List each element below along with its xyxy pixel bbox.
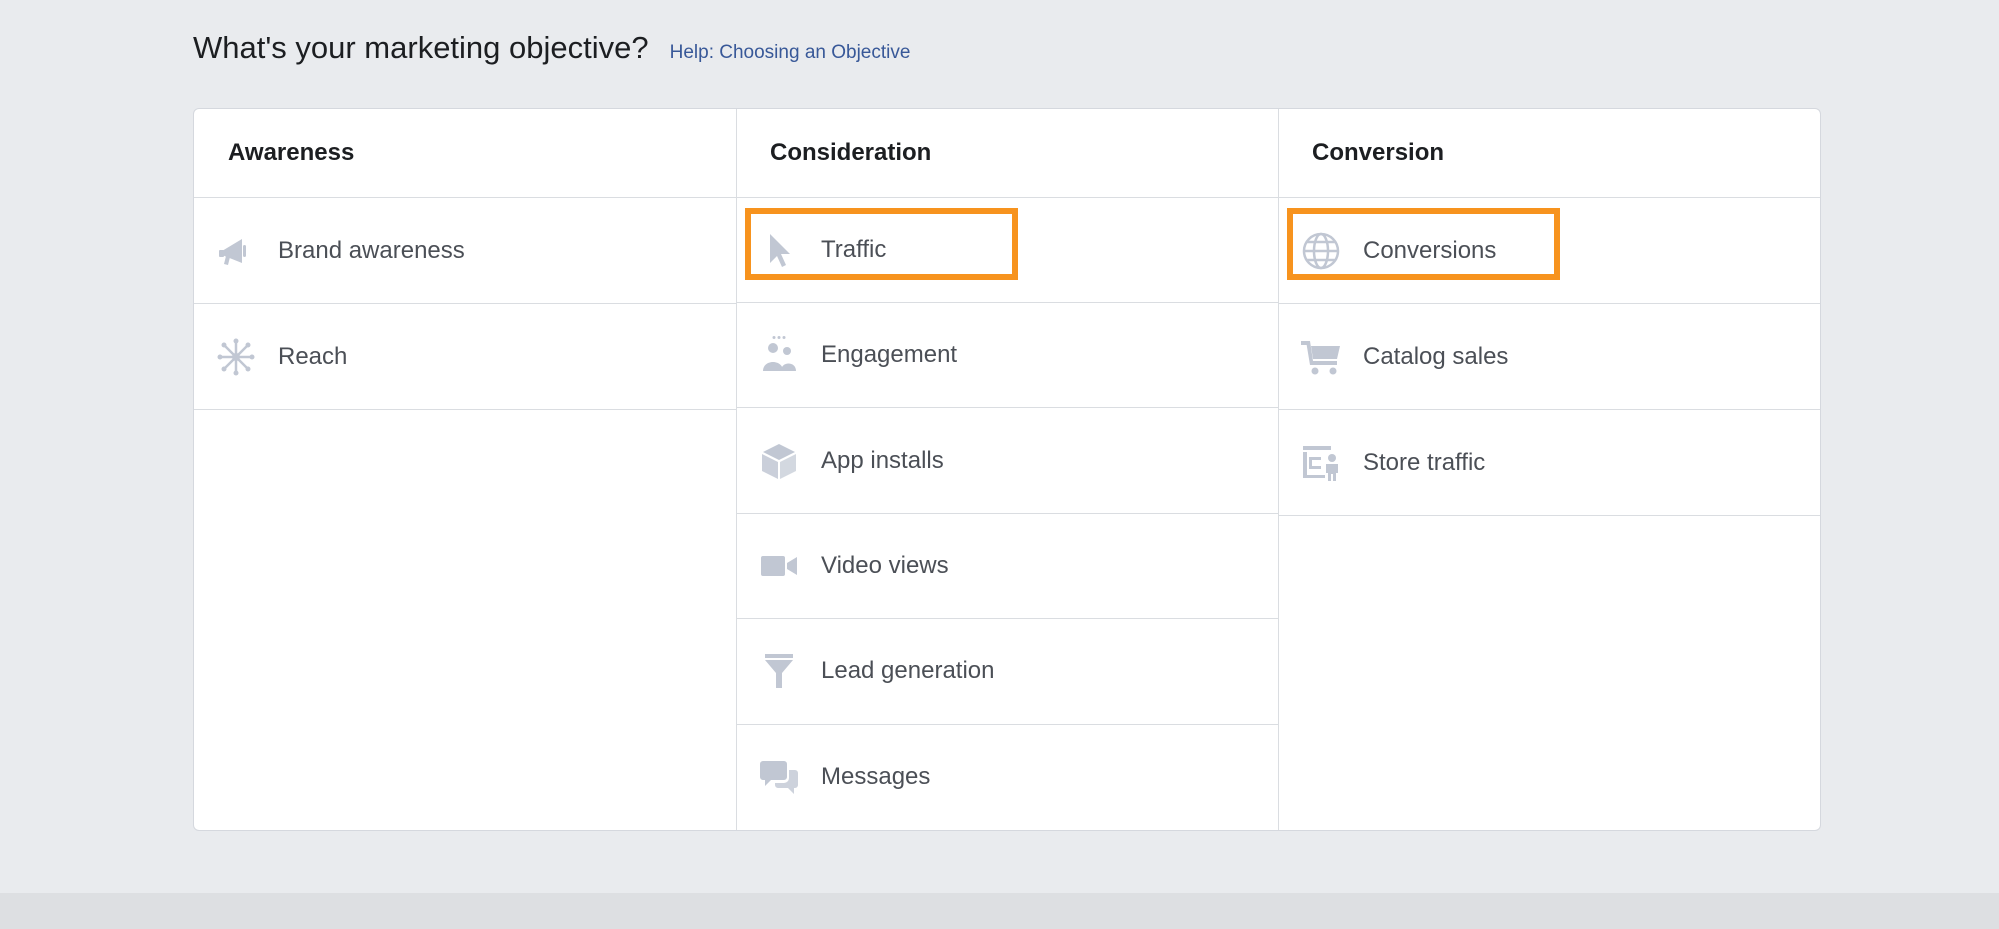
column-heading-awareness: Awareness <box>194 109 736 198</box>
objective-label: Catalog sales <box>1363 342 1509 370</box>
objective-app-installs[interactable]: App installs <box>737 408 1278 514</box>
help-choosing-objective-link[interactable]: Help: Choosing an Objective <box>670 42 911 64</box>
objective-reach[interactable]: Reach <box>194 304 736 410</box>
objective-store-traffic[interactable]: Store traffic <box>1279 410 1820 516</box>
objective-conversions[interactable]: Conversions <box>1279 198 1820 304</box>
objective-catalog-sales[interactable]: Catalog sales <box>1279 304 1820 410</box>
objective-brand-awareness[interactable]: Brand awareness <box>194 198 736 304</box>
shopping-cart-icon <box>1301 337 1341 377</box>
objective-video-views[interactable]: Video views <box>737 514 1278 620</box>
objective-label: Brand awareness <box>278 236 465 264</box>
globe-icon <box>1301 231 1341 271</box>
cursor-icon <box>759 230 799 270</box>
people-icon <box>759 335 799 375</box>
megaphone-icon <box>216 231 256 271</box>
objective-messages[interactable]: Messages <box>737 725 1278 830</box>
chat-bubbles-icon <box>759 757 799 797</box>
column-heading-consideration: Consideration <box>737 109 1278 198</box>
objective-label: Traffic <box>821 235 887 263</box>
objective-engagement[interactable]: Engagement <box>737 303 1278 409</box>
objective-label: Store traffic <box>1363 448 1486 476</box>
store-icon <box>1301 443 1341 483</box>
objective-label: Conversions <box>1363 236 1497 264</box>
objective-label: App installs <box>821 446 944 474</box>
objective-label: Engagement <box>821 341 958 369</box>
column-heading-conversion: Conversion <box>1279 109 1820 198</box>
awareness-column: Awareness Brand awareness Reach <box>194 109 736 830</box>
objective-label: Reach <box>278 342 348 370</box>
objective-lead-generation[interactable]: Lead generation <box>737 619 1278 725</box>
reach-icon <box>216 337 256 377</box>
objective-panel: Awareness Brand awareness Reach Consider… <box>193 108 1821 831</box>
objective-label: Messages <box>821 763 931 791</box>
objective-label: Video views <box>821 551 949 579</box>
funnel-icon <box>759 651 799 691</box>
box-icon <box>759 441 799 481</box>
page-header: What's your marketing objective? Help: C… <box>193 30 910 66</box>
conversion-column: Conversion Conversions Catalog sales Sto… <box>1278 109 1820 830</box>
consideration-column: Consideration Traffic Engagement App ins… <box>736 109 1278 830</box>
page-footer-strip <box>0 893 1999 929</box>
page-title: What's your marketing objective? <box>193 30 649 65</box>
objective-traffic[interactable]: Traffic <box>737 198 1278 303</box>
objective-label: Lead generation <box>821 657 995 685</box>
video-camera-icon <box>759 546 799 586</box>
